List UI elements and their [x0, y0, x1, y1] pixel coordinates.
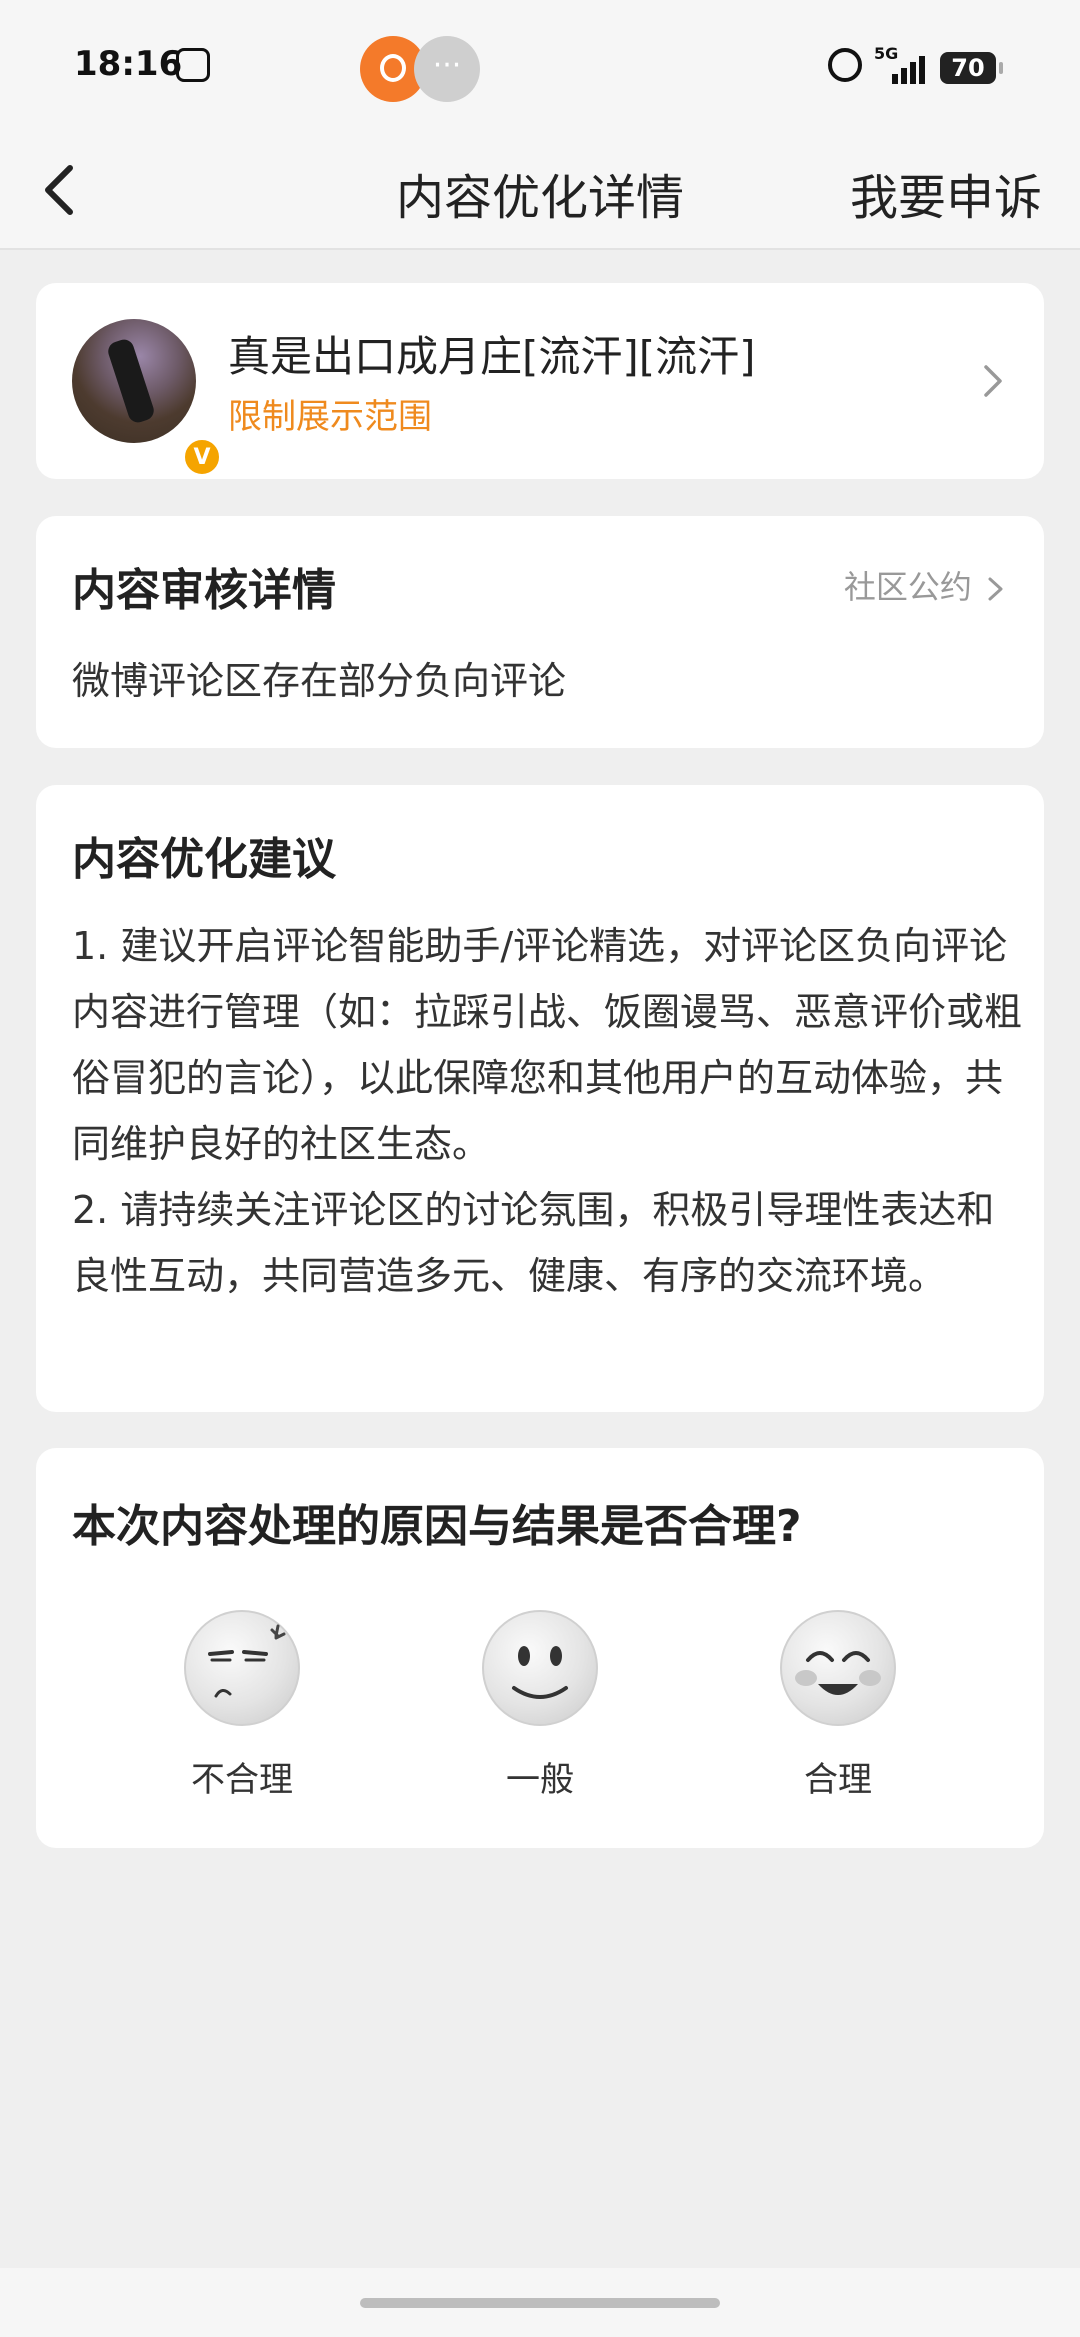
community-rules-label: 社区公约	[843, 568, 972, 606]
neutral-face-icon	[482, 1610, 598, 1726]
restriction-status: 限制展示范围	[228, 397, 432, 437]
suggestion-card: 内容优化建议 1. 建议开启评论智能助手/评论精选，对评论区负向评论内容进行管理…	[36, 785, 1044, 1412]
gesture-icon	[176, 48, 210, 82]
alarm-icon	[828, 48, 862, 82]
feedback-option-unreasonable[interactable]: 不合理	[152, 1610, 332, 1801]
review-reason: 微博评论区存在部分负向评论	[72, 659, 567, 703]
feedback-option-label: 一般	[506, 1760, 574, 1800]
community-rules-link[interactable]: 社区公约	[844, 562, 1008, 608]
battery-icon: 70	[940, 52, 1003, 84]
suggestion-item: 1. 建议开启评论智能助手/评论精选，对评论区负向评论内容进行管理（如：拉踩引战…	[72, 924, 1023, 1166]
more-notifications-icon: ···	[414, 36, 480, 102]
feedback-option-label: 合理	[804, 1760, 872, 1800]
avatar[interactable]: V	[72, 319, 222, 477]
status-time: 18:16	[74, 44, 183, 84]
feedback-card: 本次内容处理的原因与结果是否合理? 不合理 一般 合理	[36, 1448, 1044, 1848]
avatar-figure	[105, 337, 157, 425]
chevron-right-icon	[988, 577, 1003, 601]
suggestion-item: 2. 请持续关注评论区的讨论氛围，积极引导理性表达和良性互动，共同营造多元、健康…	[72, 1188, 995, 1298]
smiling-face-icon	[780, 1610, 896, 1726]
review-title: 内容审核详情	[72, 565, 336, 616]
appeal-button[interactable]: 我要申诉	[850, 158, 1042, 228]
post-card[interactable]: V 真是出口成月庄[流汗][流汗] 限制展示范围	[36, 283, 1044, 479]
feedback-option-reasonable[interactable]: 合理	[748, 1610, 928, 1801]
suggestion-list: 1. 建议开启评论智能助手/评论精选，对评论区负向评论内容进行管理（如：拉踩引战…	[72, 913, 1022, 1309]
suggestion-title: 内容优化建议	[72, 834, 336, 885]
annoyed-face-icon	[184, 1610, 300, 1726]
signal-icon: 5G	[874, 44, 930, 84]
review-detail-card: 内容审核详情 社区公约 微博评论区存在部分负向评论	[36, 516, 1044, 748]
status-bar: 18:16 ··· 5G 70	[0, 0, 1080, 130]
home-indicator[interactable]	[360, 2298, 720, 2308]
feedback-option-neutral[interactable]: 一般	[450, 1610, 630, 1801]
network-type: 5G	[874, 44, 899, 63]
feedback-question: 本次内容处理的原因与结果是否合理?	[72, 1501, 802, 1552]
nav-bar: 内容优化详情 我要申诉	[0, 130, 1080, 250]
verified-badge-icon: V	[182, 437, 222, 477]
chevron-right-icon[interactable]	[974, 359, 1010, 403]
post-title: 真是出口成月庄[流汗][流汗]	[228, 332, 756, 381]
feedback-option-label: 不合理	[191, 1760, 293, 1800]
